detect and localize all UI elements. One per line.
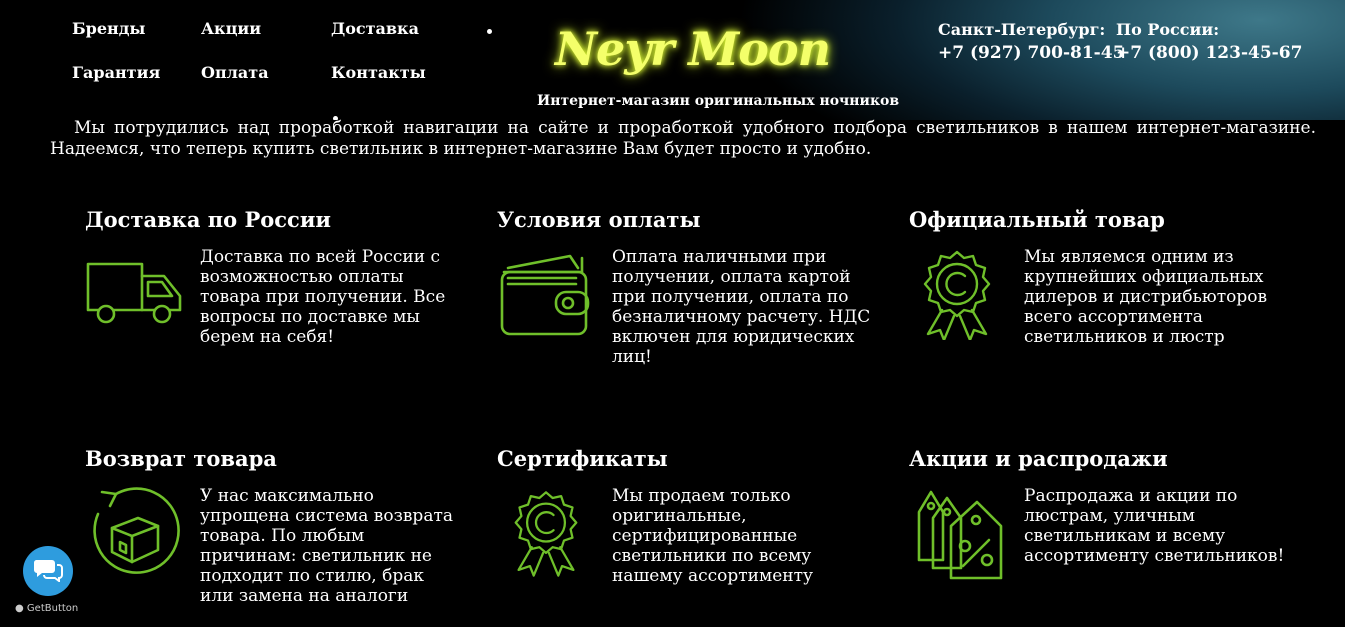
- feature-text-delivery: Доставка по всей России с возможностью о…: [200, 247, 446, 347]
- feature-text-returns: У нас максимально упрощена система возвр…: [200, 486, 453, 606]
- intro-paragraph: Мы потрудились над проработкой навигации…: [50, 118, 1316, 159]
- feature-title-returns: Возврат товара: [85, 446, 277, 471]
- nav-link-delivery[interactable]: Доставка: [331, 19, 419, 38]
- nav-link-warranty[interactable]: Гарантия: [72, 63, 160, 82]
- feature-title-official: Официальный товар: [909, 207, 1165, 232]
- feature-text-certificates: Мы продаем только оригинальные, сертифиц…: [612, 486, 814, 586]
- feature-title-delivery: Доставка по России: [85, 207, 331, 232]
- decorative-dot: [487, 29, 492, 34]
- getbutton-chat-button[interactable]: [23, 546, 73, 596]
- return-box-icon: [86, 484, 184, 582]
- feature-title-certificates: Сертификаты: [497, 446, 668, 471]
- nav-link-payment[interactable]: Оплата: [201, 63, 269, 82]
- feature-text-payment: Оплата наличными при получении, оплата к…: [612, 247, 871, 367]
- nav-link-contacts[interactable]: Контакты: [331, 63, 426, 82]
- feature-title-sales: Акции и распродажи: [909, 446, 1168, 471]
- site-logo[interactable]: Neyr Moon: [555, 22, 855, 82]
- phone-label-spb: Санкт-Петербург:: [938, 20, 1106, 39]
- getbutton-label-text: GetButton: [26, 603, 79, 614]
- feature-text-sales: Распродажа и акции по люстрам, уличным с…: [1024, 486, 1285, 566]
- discount-tags-icon: [915, 488, 1005, 582]
- chat-bubbles-icon: [33, 556, 63, 586]
- phone-number-russia[interactable]: +7 (800) 123-45-67: [1116, 43, 1302, 63]
- award-badge-icon: [920, 250, 994, 340]
- phone-label-russia: По России:: [1116, 20, 1220, 39]
- site-tagline: Интернет-магазин оригинальных ночников: [537, 93, 900, 109]
- certificate-icon: [511, 487, 581, 579]
- wallet-icon: [498, 252, 594, 338]
- feature-title-payment: Условия оплаты: [497, 207, 701, 232]
- site-header: Бренды Акции Доставка Гарантия Оплата Ко…: [0, 0, 1345, 120]
- phone-number-spb[interactable]: +7 (927) 700-81-45: [938, 43, 1124, 63]
- truck-icon: [84, 258, 186, 328]
- getbutton-label[interactable]: ● GetButton: [15, 603, 78, 614]
- nav-link-brands[interactable]: Бренды: [72, 19, 145, 38]
- logo-text: Neyr Moon: [555, 22, 831, 76]
- nav-link-promotions[interactable]: Акции: [201, 19, 261, 38]
- feature-text-official: Мы являемся одним из крупнейших официаль…: [1024, 247, 1268, 347]
